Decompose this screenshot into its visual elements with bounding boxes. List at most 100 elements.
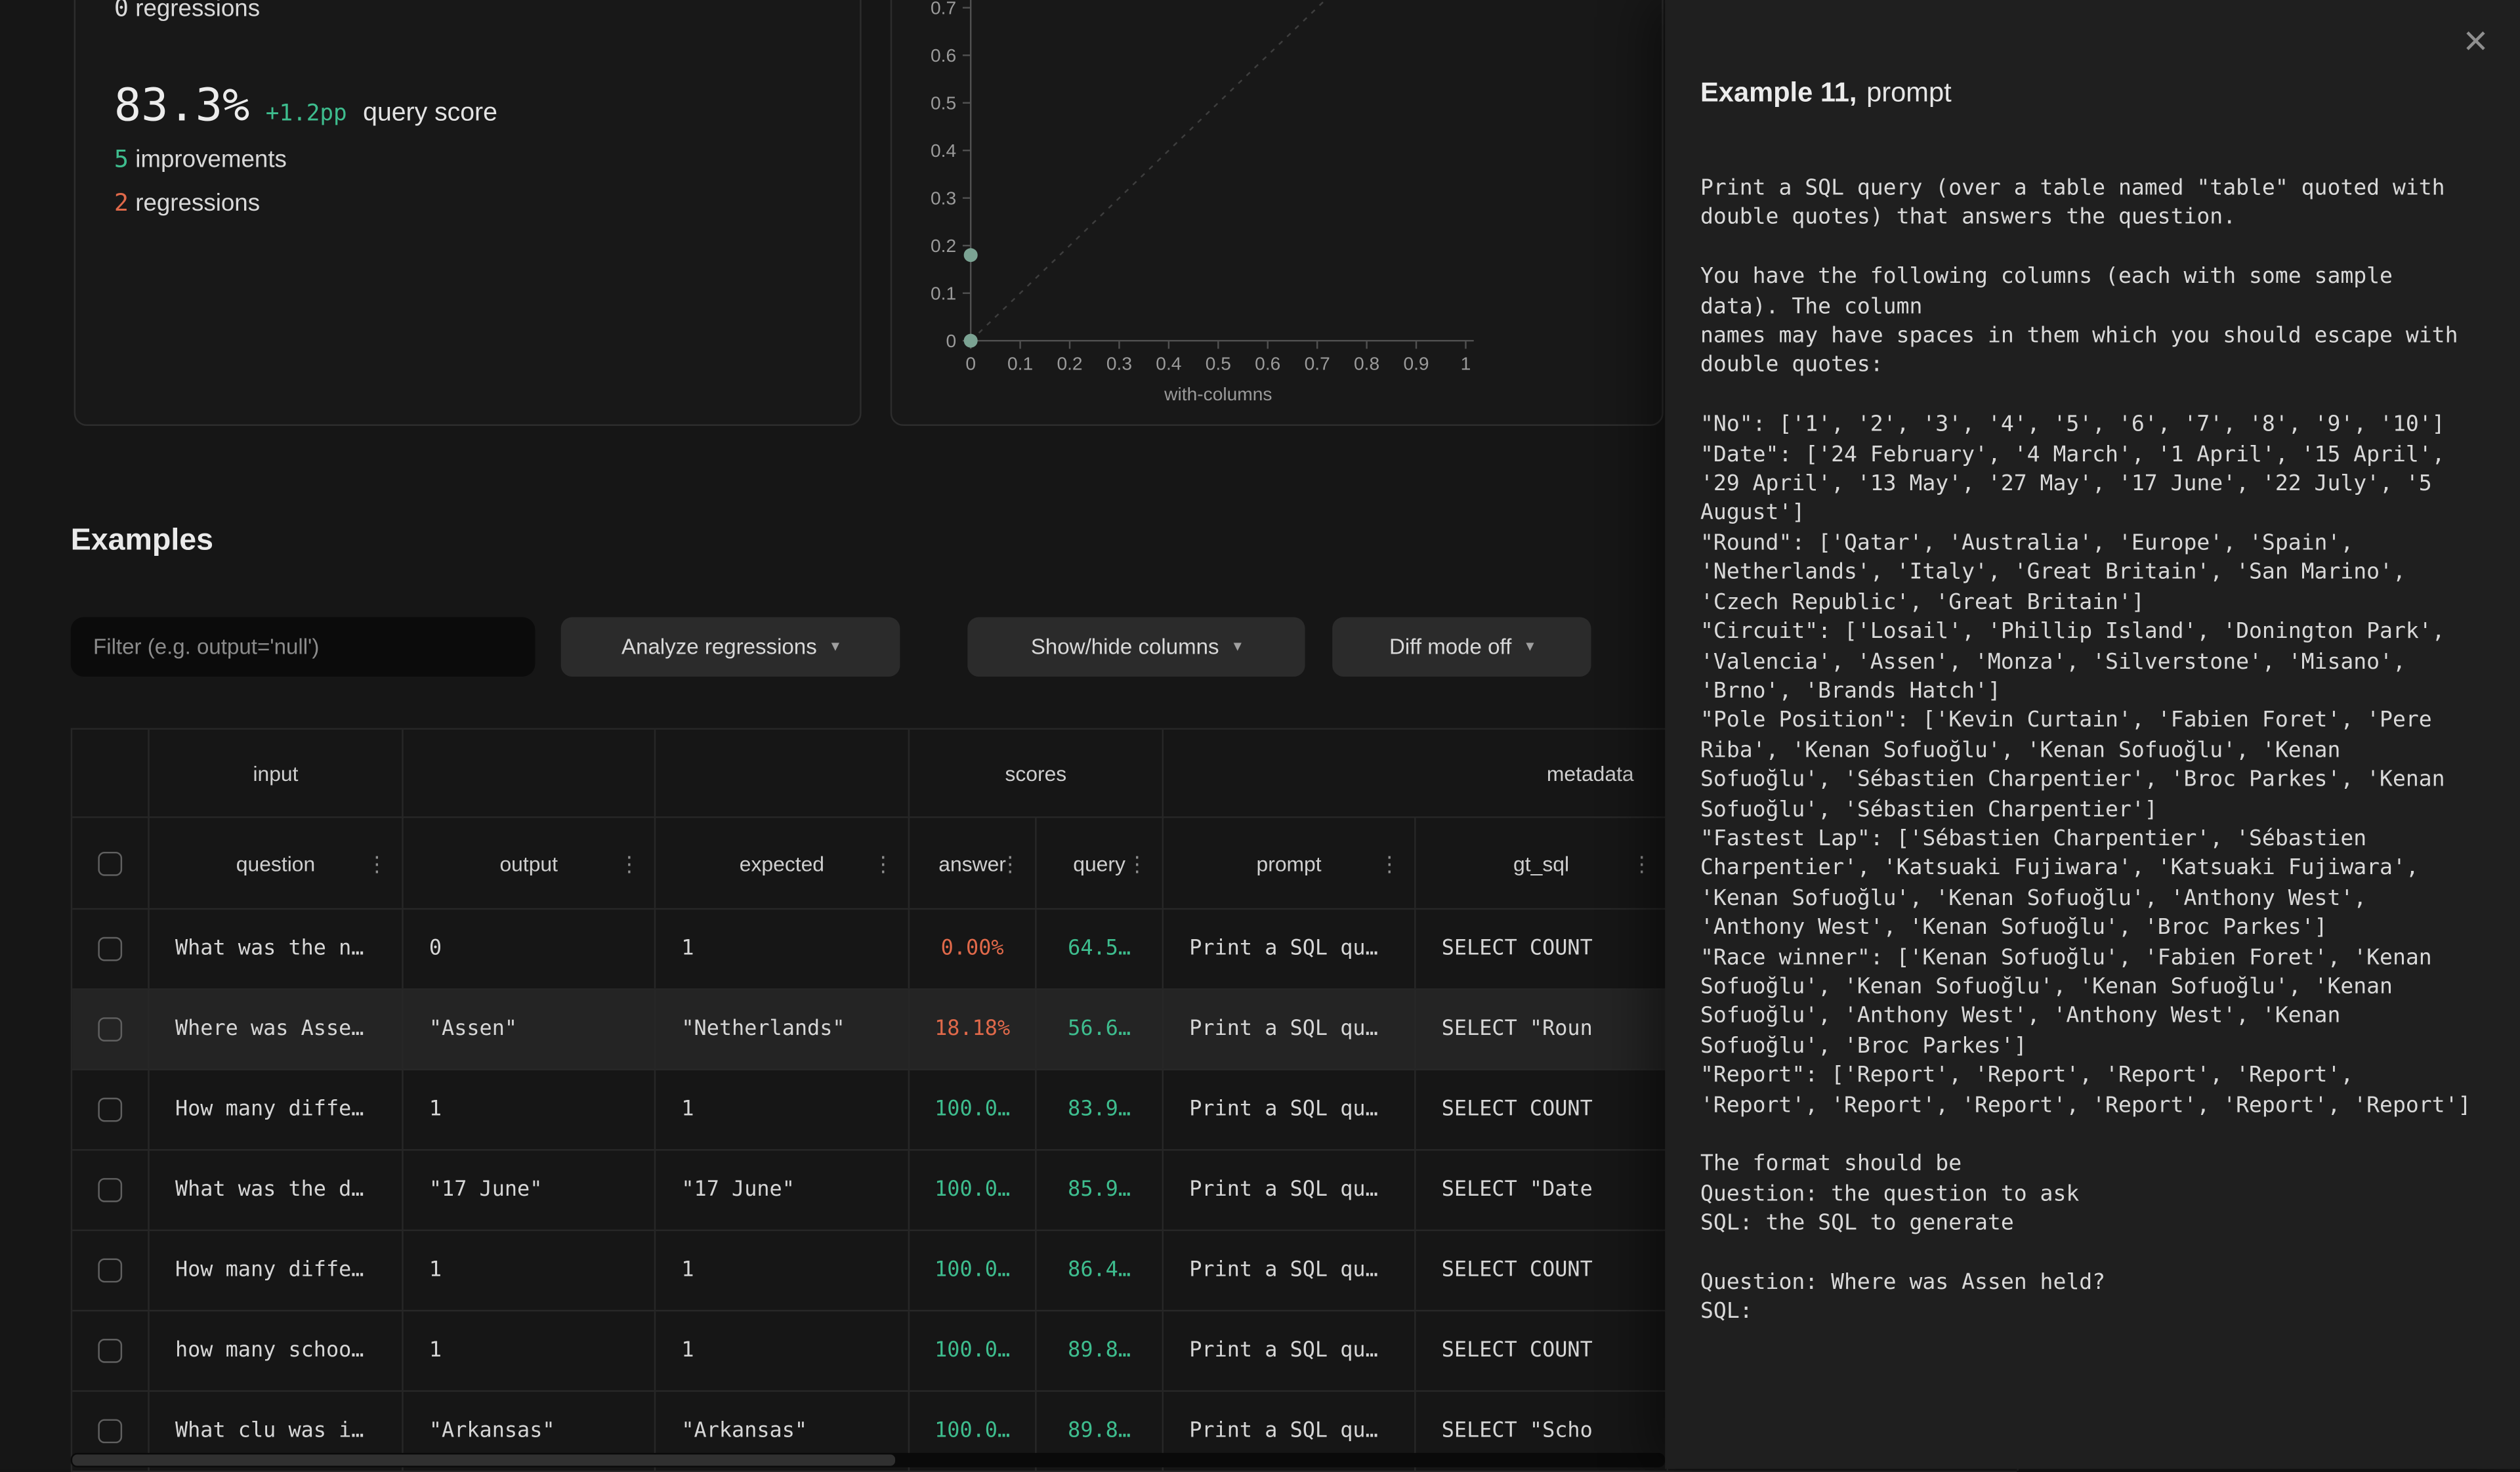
column-header-prompt[interactable]: prompt⋮ <box>1164 818 1416 908</box>
cell-query: 56.6… <box>1037 990 1164 1069</box>
x-tick-label: 0 <box>965 353 976 373</box>
cell-question: Where was Asse… <box>150 990 404 1069</box>
row-checkbox[interactable] <box>98 937 122 961</box>
cell-output: "17 June" <box>404 1150 656 1229</box>
column-menu-icon[interactable]: ⋮ <box>999 852 1020 873</box>
regressions-line: 2 regressions <box>114 186 260 220</box>
cell-answer: 100.0… <box>910 1311 1036 1390</box>
column-header-question[interactable]: question⋮ <box>150 818 404 908</box>
column-header-gt_sql[interactable]: gt_sql ⋮ <box>1416 818 1668 908</box>
prompt-text: Print a SQL query (over a table named "t… <box>1700 173 2478 1327</box>
column-header-label: query <box>1073 851 1125 875</box>
column-header-label: expected <box>740 851 824 875</box>
previous-regressions-count: 0 <box>114 0 129 22</box>
cell-question: What was the d… <box>150 1150 404 1229</box>
x-tick-label: 0.7 <box>1305 353 1330 373</box>
row-select-cell <box>72 990 150 1069</box>
cell-output: 1 <box>404 1231 656 1310</box>
column-header-label: output <box>499 851 558 875</box>
row-select-cell <box>72 1070 150 1149</box>
data-point[interactable] <box>964 334 978 348</box>
cell-expected: 1 <box>656 1231 910 1310</box>
previous-regressions-label: regressions <box>135 0 260 22</box>
cell-output: 0 <box>404 910 656 988</box>
example-detail-panel: × Example 11,prompt Print a SQL query (o… <box>1665 0 2520 1469</box>
data-point[interactable] <box>964 248 978 262</box>
row-checkbox[interactable] <box>98 1419 122 1443</box>
select-all-cell <box>72 818 150 908</box>
x-tick-label: 0.3 <box>1106 353 1132 373</box>
column-header-answer[interactable]: answer⋮ <box>910 818 1036 908</box>
column-menu-icon[interactable]: ⋮ <box>619 852 640 873</box>
score-value: 83.3% <box>114 79 249 132</box>
row-checkbox[interactable] <box>98 1339 122 1363</box>
row-checkbox[interactable] <box>98 1259 122 1283</box>
cell-answer: 100.0… <box>910 1070 1036 1149</box>
chevron-down-icon: ▾ <box>831 638 839 656</box>
cell-answer: 100.0… <box>910 1231 1036 1310</box>
score-metric-label: query score <box>363 100 497 129</box>
cell-expected: 1 <box>656 1311 910 1390</box>
cell-gt_sql: SELECT "Roun <box>1416 990 1668 1069</box>
cell-gt_sql: SELECT COUNT <box>1416 910 1668 988</box>
button-label: Analyze regressions <box>621 635 817 659</box>
cell-question: how many schoo… <box>150 1311 404 1390</box>
x-tick-label: 0.8 <box>1354 353 1379 373</box>
row-checkbox[interactable] <box>98 1098 122 1122</box>
diff-mode-button[interactable]: Diff mode off ▾ <box>1332 617 1591 677</box>
cell-question: How many diffe… <box>150 1231 404 1310</box>
analyze-regressions-button[interactable]: Analyze regressions ▾ <box>561 617 900 677</box>
column-group-spacer <box>72 730 150 816</box>
cell-expected: 1 <box>656 910 910 988</box>
previous-metric-regressions: 0 regressions <box>114 0 260 26</box>
column-header-output[interactable]: output ⋮ <box>404 818 656 908</box>
row-checkbox[interactable] <box>98 1178 122 1202</box>
y-tick-label: 0.4 <box>931 140 956 161</box>
row-select-cell <box>72 1150 150 1229</box>
column-menu-icon[interactable]: ⋮ <box>1379 852 1400 873</box>
x-tick-label: 0.6 <box>1255 353 1280 373</box>
comparison-chart-card: 00.10.20.30.40.50.60.70.80.9100.10.20.30… <box>891 0 1664 426</box>
improvements-line: 5 improvements <box>114 143 287 177</box>
cell-query: 64.5… <box>1037 910 1164 988</box>
column-group-scores: scores <box>910 730 1164 816</box>
column-menu-icon[interactable]: ⋮ <box>873 852 894 873</box>
column-menu-icon[interactable]: ⋮ <box>1631 852 1652 873</box>
show-hide-columns-button[interactable]: Show/hide columns ▾ <box>967 617 1305 677</box>
regressions-count: 2 <box>114 188 129 217</box>
cell-expected: 1 <box>656 1070 910 1149</box>
cell-query: 89.8… <box>1037 1311 1164 1390</box>
y-tick-label: 0.2 <box>931 236 956 256</box>
scatter-plot: 00.10.20.30.40.50.60.70.80.9100.10.20.30… <box>892 0 1665 427</box>
cell-query: 83.9… <box>1037 1070 1164 1149</box>
cell-expected: "17 June" <box>656 1150 910 1229</box>
y-tick-label: 0.6 <box>931 45 956 66</box>
close-icon[interactable]: × <box>2464 19 2488 61</box>
column-header-query[interactable]: query⋮ <box>1037 818 1164 908</box>
column-menu-icon[interactable]: ⋮ <box>366 852 387 873</box>
regressions-label: regressions <box>135 190 260 217</box>
column-header-label: gt_sql <box>1513 851 1569 875</box>
select-all-checkbox[interactable] <box>98 851 122 875</box>
panel-title: Example 11,prompt <box>1700 77 1952 110</box>
cell-prompt: Print a SQL qu… <box>1164 1150 1416 1229</box>
horizontal-scrollbar[interactable] <box>71 1453 1665 1467</box>
y-tick-label: 0.5 <box>931 93 956 114</box>
y-tick-label: 0.7 <box>931 0 956 18</box>
x-tick-label: 0.4 <box>1156 353 1181 373</box>
row-checkbox[interactable] <box>98 1017 122 1041</box>
cell-prompt: Print a SQL qu… <box>1164 990 1416 1069</box>
examples-heading: Examples <box>71 524 213 559</box>
x-tick-label: 0.9 <box>1403 353 1429 373</box>
cell-question: How many diffe… <box>150 1070 404 1149</box>
cell-query: 86.4… <box>1037 1231 1164 1310</box>
column-menu-icon[interactable]: ⋮ <box>1127 852 1148 873</box>
reference-diagonal-line <box>971 0 1465 341</box>
improvements-count: 5 <box>114 144 129 173</box>
scrollbar-thumb[interactable] <box>72 1454 895 1465</box>
filter-input[interactable] <box>71 617 536 677</box>
column-header-expected[interactable]: expected ⋮ <box>656 818 910 908</box>
metrics-summary-card: 0 regressions 83.3% +1.2pp query score 5… <box>74 0 862 426</box>
x-tick-label: 0.1 <box>1007 353 1033 373</box>
improvements-label: improvements <box>135 146 287 174</box>
